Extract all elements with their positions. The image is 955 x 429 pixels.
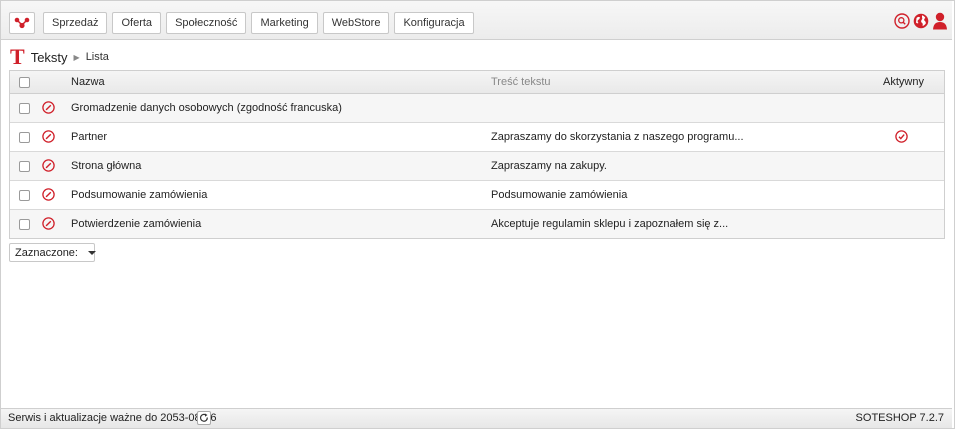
refresh-icon[interactable]: [197, 411, 211, 425]
service-expiry-text: Serwis i aktualizacje ważne do 2053-08-2…: [8, 412, 217, 424]
row-text: Akceptuje regulamin sklepu i zapoznałem …: [491, 218, 729, 230]
menu-oferta-button[interactable]: Oferta: [112, 12, 162, 34]
table-header: Nazwa Treść tekstu Aktywny: [10, 71, 944, 94]
table-row[interactable]: Potwierdzenie zamówienia Akceptuje regula…: [10, 210, 944, 238]
row-name-link[interactable]: Podsumowanie zamówienia: [71, 189, 207, 201]
edit-icon[interactable]: [42, 217, 55, 230]
texts-section-icon: T: [10, 44, 25, 69]
row-name-link[interactable]: Potwierdzenie zamówienia: [71, 218, 201, 230]
selection-actions-dropdown[interactable]: Zaznaczone:: [9, 243, 96, 262]
edit-icon[interactable]: [42, 159, 55, 172]
breadcrumb: T Teksty ▶ Lista: [10, 44, 109, 69]
share-nodes-icon[interactable]: [9, 12, 35, 34]
main-menu: Sprzedaż Oferta Społeczność Marketing We…: [43, 12, 474, 34]
row-text: Zapraszamy do skorzystania z naszego pro…: [491, 131, 744, 143]
row-text: Podsumowanie zamówienia: [491, 189, 628, 201]
row-checkbox[interactable]: [19, 103, 30, 114]
version-text: SOTESHOP 7.2.7: [855, 412, 944, 424]
texts-table: Nazwa Treść tekstu Aktywny Gromadzenie d…: [9, 70, 945, 239]
globe-icon[interactable]: [913, 13, 929, 29]
active-check-icon: [895, 130, 908, 143]
row-text: Zapraszamy na zakupy.: [491, 160, 607, 172]
breadcrumb-arrow-icon: ▶: [73, 52, 80, 62]
table-row[interactable]: Partner Zapraszamy do skorzystania z nasz…: [10, 123, 944, 152]
menu-spolecznosc-button[interactable]: Społeczność: [166, 12, 247, 34]
table-row[interactable]: Strona główna Zapraszamy na zakupy.: [10, 152, 944, 181]
user-icon[interactable]: [932, 12, 948, 30]
search-icon[interactable]: [894, 13, 910, 29]
table-row[interactable]: Podsumowanie zamówienia Podsumowanie zamó…: [10, 181, 944, 210]
row-name-link[interactable]: Strona główna: [71, 160, 141, 172]
breadcrumb-current: Lista: [85, 51, 109, 63]
row-checkbox[interactable]: [19, 132, 30, 143]
edit-icon[interactable]: [42, 101, 55, 114]
row-checkbox[interactable]: [19, 161, 30, 172]
column-active-header[interactable]: Aktywny: [883, 76, 924, 88]
row-checkbox[interactable]: [19, 219, 30, 230]
top-bar: Sprzedaż Oferta Społeczność Marketing We…: [1, 1, 952, 40]
column-text-header[interactable]: Treść tekstu: [491, 76, 551, 88]
menu-sprzedaz-button[interactable]: Sprzedaż: [43, 12, 108, 34]
menu-webstore-button[interactable]: WebStore: [322, 12, 390, 34]
row-name-link[interactable]: Partner: [71, 131, 107, 143]
table-body: Gromadzenie danych osobowych (zgodność f…: [10, 94, 944, 238]
chevron-down-icon: [87, 250, 96, 255]
row-checkbox[interactable]: [19, 190, 30, 201]
menu-marketing-button[interactable]: Marketing: [251, 12, 318, 34]
column-name-header[interactable]: Nazwa: [71, 76, 105, 88]
table-row[interactable]: Gromadzenie danych osobowych (zgodność f…: [10, 94, 944, 123]
footer: Serwis i aktualizacje ważne do 2053-08-2…: [1, 408, 952, 428]
edit-icon[interactable]: [42, 188, 55, 201]
row-name-link[interactable]: Gromadzenie danych osobowych (zgodność f…: [71, 102, 342, 114]
edit-icon[interactable]: [42, 130, 55, 143]
breadcrumb-section-link[interactable]: Teksty: [31, 50, 68, 65]
select-all-checkbox[interactable]: [19, 77, 30, 88]
selection-label: Zaznaczone:: [15, 246, 78, 259]
top-icons: [894, 12, 948, 30]
menu-konfiguracja-button[interactable]: Konfiguracja: [394, 12, 474, 34]
